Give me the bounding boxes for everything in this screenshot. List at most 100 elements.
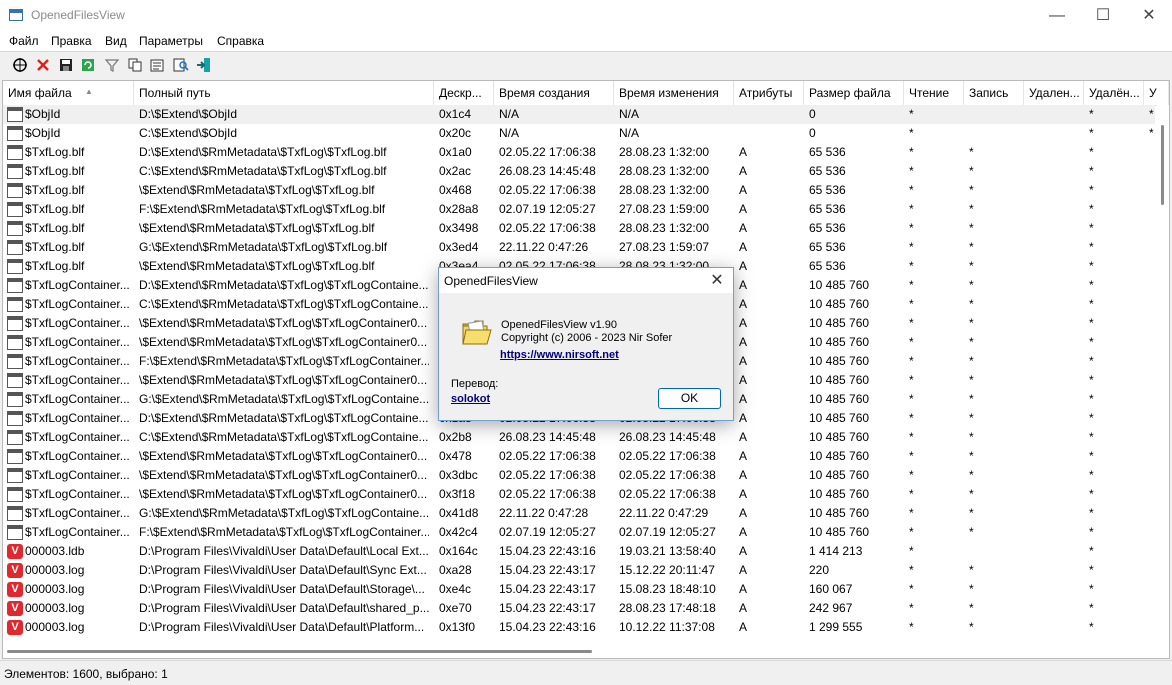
cell-u bbox=[1149, 200, 1157, 219]
cell-attributes: A bbox=[739, 221, 748, 235]
minimize-button[interactable]: — bbox=[1034, 0, 1080, 31]
refresh-icon[interactable] bbox=[79, 56, 97, 74]
cell-attributes: A bbox=[739, 259, 748, 273]
cell-filename: $TxfLogContainer... bbox=[25, 354, 130, 368]
cell-u bbox=[1149, 523, 1157, 542]
table-row[interactable]: $TxfLogContainer... \$Extend\$RmMetadata\… bbox=[3, 485, 1155, 504]
table-row[interactable]: $TxfLogContainer... \$Extend\$RmMetadata\… bbox=[3, 447, 1155, 466]
cell-filename: $ObjId bbox=[25, 126, 61, 140]
cell-u bbox=[1149, 371, 1157, 390]
column-header-size[interactable]: Размер файла bbox=[804, 81, 904, 105]
table-row[interactable]: $ObjId D:\$Extend\$ObjId 0x1c4 N/A N/A 0 * * * bbox=[3, 105, 1155, 124]
cell-size: 10 485 760 bbox=[809, 506, 870, 520]
cell-handle: 0x1a0 bbox=[439, 145, 472, 159]
cell-created: 02.07.19 12:05:27 bbox=[499, 202, 596, 216]
column-header-modified[interactable]: Время изменения bbox=[614, 81, 734, 105]
table-row[interactable]: $TxfLogContainer... C:\$Extend\$RmMetadat… bbox=[3, 428, 1155, 447]
table-row[interactable]: $TxfLogContainer... G:\$Extend\$RmMetadat… bbox=[3, 504, 1155, 523]
copy-icon[interactable] bbox=[126, 56, 144, 74]
column-header-created[interactable]: Время создания bbox=[494, 81, 614, 105]
table-row[interactable]: $TxfLog.blf D:\$Extend\$RmMetadata\$TxfLo… bbox=[3, 143, 1155, 162]
properties-icon[interactable] bbox=[11, 56, 29, 74]
cell-fullpath: D:\$Extend\$RmMetadata\$TxfLog\$TxfLog.b… bbox=[139, 145, 387, 159]
cell-read: * bbox=[909, 582, 914, 596]
table-row[interactable]: V 000003.log D:\Program Files\Vivaldi\User… bbox=[3, 618, 1155, 637]
horizontal-scrollbar[interactable] bbox=[3, 647, 1155, 657]
close-button[interactable]: ✕ bbox=[1126, 0, 1172, 31]
table-row[interactable]: V 000003.log D:\Program Files\Vivaldi\User… bbox=[3, 599, 1155, 618]
menu-file[interactable]: Файл bbox=[9, 34, 39, 48]
cell-u bbox=[1149, 143, 1157, 162]
cell-delete bbox=[1029, 162, 1079, 181]
menu-help[interactable]: Справка bbox=[217, 34, 264, 48]
cell-delete2: * bbox=[1089, 354, 1094, 368]
cell-delete bbox=[1029, 276, 1079, 295]
column-header-handle[interactable]: Дескр... bbox=[434, 81, 494, 105]
cell-attributes: A bbox=[739, 335, 748, 349]
column-header-delete2[interactable]: Удалён... bbox=[1084, 81, 1144, 105]
cell-read: * bbox=[909, 373, 914, 387]
table-row[interactable]: $TxfLog.blf \$Extend\$RmMetadata\$TxfLog\… bbox=[3, 219, 1155, 238]
cell-size: 10 485 760 bbox=[809, 487, 870, 501]
menu-edit[interactable]: Правка bbox=[51, 34, 92, 48]
menu-view[interactable]: Вид bbox=[105, 34, 127, 48]
menu-bar: Файл Правка Вид Параметры Справка bbox=[0, 31, 1172, 51]
cell-delete2: * bbox=[1089, 506, 1094, 520]
vertical-scroll-thumb[interactable] bbox=[1161, 125, 1164, 205]
table-row[interactable]: $ObjId C:\$Extend\$ObjId 0x20c N/A N/A 0 * * * bbox=[3, 124, 1155, 143]
file-icon bbox=[7, 506, 23, 521]
save-icon[interactable] bbox=[57, 56, 75, 74]
cell-size: 10 485 760 bbox=[809, 392, 870, 406]
column-header-read[interactable]: Чтение bbox=[904, 81, 964, 105]
cell-delete bbox=[1029, 599, 1079, 618]
cell-delete2: * bbox=[1089, 392, 1094, 406]
table-row[interactable]: $TxfLog.blf F:\$Extend\$RmMetadata\$TxfLo… bbox=[3, 200, 1155, 219]
table-row[interactable]: V 000003.ldb D:\Program Files\Vivaldi\User… bbox=[3, 542, 1155, 561]
cell-write: * bbox=[969, 468, 974, 482]
vertical-scrollbar[interactable] bbox=[1157, 105, 1169, 658]
table-row[interactable]: V 000003.log D:\Program Files\Vivaldi\User… bbox=[3, 561, 1155, 580]
column-header-filename[interactable]: Имя файла ▲ bbox=[3, 81, 134, 105]
cell-fullpath: D:\$Extend\$RmMetadata\$TxfLog\$TxfLogCo… bbox=[139, 278, 429, 292]
filter-icon[interactable] bbox=[103, 56, 121, 74]
cell-attributes: A bbox=[739, 354, 748, 368]
ok-button[interactable]: OK bbox=[658, 388, 721, 409]
find-icon[interactable] bbox=[172, 56, 190, 74]
list-header: Имя файла ▲ Полный путь Дескр... Время со… bbox=[3, 81, 1169, 106]
cell-handle: 0x2b8 bbox=[439, 430, 472, 444]
maximize-button[interactable]: ☐ bbox=[1080, 0, 1126, 31]
cell-size: 10 485 760 bbox=[809, 373, 870, 387]
cell-u: * bbox=[1149, 107, 1154, 121]
cell-u bbox=[1149, 618, 1157, 637]
cell-fullpath: D:\$Extend\$ObjId bbox=[139, 107, 238, 121]
column-header-write[interactable]: Запись bbox=[964, 81, 1024, 105]
exit-icon[interactable] bbox=[195, 56, 213, 74]
column-header-fullpath[interactable]: Полный путь bbox=[134, 81, 434, 105]
cell-u bbox=[1149, 219, 1157, 238]
delete-icon[interactable] bbox=[34, 56, 52, 74]
table-row[interactable]: V 000003.log D:\Program Files\Vivaldi\User… bbox=[3, 580, 1155, 599]
cell-created: 02.05.22 17:06:38 bbox=[499, 449, 596, 463]
cell-write: * bbox=[969, 563, 974, 577]
about-close-button[interactable]: ✕ bbox=[707, 271, 727, 291]
table-row[interactable]: $TxfLog.blf C:\$Extend\$RmMetadata\$TxfLo… bbox=[3, 162, 1155, 181]
cell-write: * bbox=[969, 145, 974, 159]
cell-write: * bbox=[969, 259, 974, 273]
table-row[interactable]: $TxfLogContainer... \$Extend\$RmMetadata\… bbox=[3, 466, 1155, 485]
column-header-u[interactable]: У bbox=[1144, 81, 1169, 105]
table-row[interactable]: $TxfLog.blf \$Extend\$RmMetadata\$TxfLog\… bbox=[3, 181, 1155, 200]
column-header-attributes[interactable]: Атрибуты bbox=[734, 81, 804, 105]
menu-options[interactable]: Параметры bbox=[139, 34, 203, 48]
cell-delete bbox=[1029, 181, 1079, 200]
cell-handle: 0xe4c bbox=[439, 582, 472, 596]
cell-handle: 0x2ac bbox=[439, 164, 472, 178]
about-translator-link[interactable]: solokot bbox=[451, 393, 490, 405]
about-website-link[interactable]: https://www.nirsoft.net bbox=[500, 349, 619, 361]
cell-delete bbox=[1029, 428, 1079, 447]
table-row[interactable]: $TxfLogContainer... F:\$Extend\$RmMetadat… bbox=[3, 523, 1155, 542]
horizontal-scroll-thumb[interactable] bbox=[7, 650, 592, 653]
cell-delete bbox=[1029, 219, 1079, 238]
html-report-icon[interactable] bbox=[148, 56, 166, 74]
table-row[interactable]: $TxfLog.blf G:\$Extend\$RmMetadata\$TxfLo… bbox=[3, 238, 1155, 257]
column-header-delete[interactable]: Удален... bbox=[1024, 81, 1084, 105]
